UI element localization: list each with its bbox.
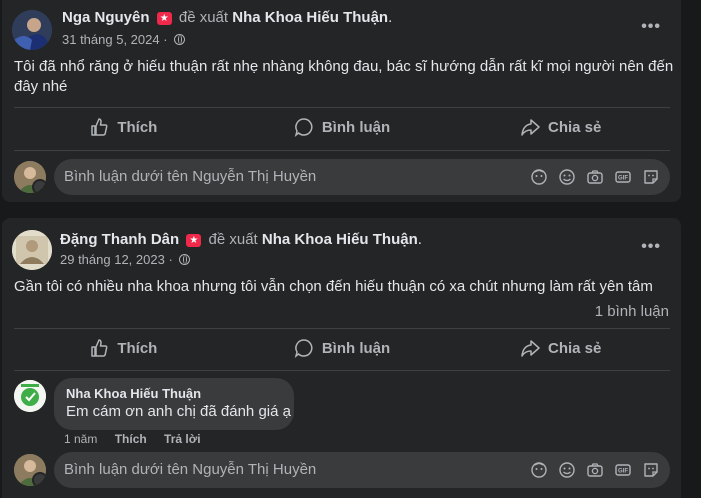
comment-button[interactable]: Bình luận xyxy=(233,329,452,367)
action-bar: Thích Bình luận Chia sẻ xyxy=(14,108,670,146)
reply-author[interactable]: Nha Khoa Hiếu Thuận xyxy=(66,386,282,401)
comment-composer: Bình luận dưới tên Nguyễn Thị Huyền GIF xyxy=(14,159,670,195)
camera-icon[interactable] xyxy=(586,461,604,479)
divider xyxy=(14,150,670,151)
share-label: Chia sẻ xyxy=(548,339,602,357)
post-header: Đặng Thanh Dân ★ đề xuất Nha Khoa Hiếu T… xyxy=(60,231,422,248)
avatar-image xyxy=(14,380,46,412)
sticker-icon[interactable] xyxy=(642,168,660,186)
globe-icon xyxy=(174,34,186,45)
page-name[interactable]: Nha Khoa Hiếu Thuận xyxy=(262,231,418,248)
avatar-image xyxy=(12,230,52,270)
share-label: Chia sẻ xyxy=(548,118,602,136)
emoji-icon[interactable] xyxy=(558,168,576,186)
recommend-star-icon: ★ xyxy=(186,234,202,247)
avatar-image xyxy=(12,10,52,50)
more-options-icon[interactable]: ••• xyxy=(641,238,661,256)
avatar-sticker-icon[interactable] xyxy=(530,168,548,186)
post-date[interactable]: 31 tháng 5, 2024 xyxy=(62,32,160,47)
comment-bubble-icon xyxy=(294,339,313,358)
reply-reply-link[interactable]: Trả lời xyxy=(164,432,201,446)
post-text: Tôi đã nhổ răng ở hiếu thuận rất nhẹ nhà… xyxy=(14,58,674,95)
share-button[interactable]: Chia sẻ xyxy=(451,329,670,367)
reply-bubble: Nha Khoa Hiếu Thuận Em cám ơn anh chị đã… xyxy=(54,378,294,430)
comment-placeholder: Bình luận dưới tên Nguyễn Thị Huyền xyxy=(64,168,317,185)
gif-icon[interactable]: GIF xyxy=(614,461,632,479)
like-label: Thích xyxy=(117,118,158,136)
like-label: Thích xyxy=(117,339,158,357)
share-button[interactable]: Chia sẻ xyxy=(451,108,670,146)
reply-time[interactable]: 1 năm xyxy=(64,432,97,446)
post-meta: 29 tháng 12, 2023 · xyxy=(60,252,191,267)
comment-label: Bình luận xyxy=(321,339,391,357)
comment-tools: GIF xyxy=(530,168,660,186)
period: . xyxy=(388,9,393,26)
user-avatar[interactable] xyxy=(14,161,46,193)
user-avatar[interactable] xyxy=(14,454,46,486)
chevron-down-icon[interactable] xyxy=(32,179,46,193)
comment-bubble-icon xyxy=(294,118,313,137)
chevron-down-icon[interactable] xyxy=(32,472,46,486)
recommend-verb: đề xuất xyxy=(178,9,229,26)
comment-count[interactable]: 1 bình luận xyxy=(595,303,669,320)
like-button[interactable]: Thích xyxy=(14,329,233,367)
author-name[interactable]: Nga Nguyên xyxy=(62,9,150,26)
thumbs-up-icon xyxy=(91,339,108,357)
divider xyxy=(14,370,670,371)
thumbs-up-icon xyxy=(91,118,108,136)
more-options-icon[interactable]: ••• xyxy=(641,18,661,36)
reply-text: Em cám ơn anh chị đã đánh giá ạ xyxy=(66,403,291,420)
like-button[interactable]: Thích xyxy=(14,108,233,146)
page-avatar[interactable] xyxy=(14,380,46,412)
comment-input[interactable]: Bình luận dưới tên Nguyễn Thị Huyền GIF xyxy=(54,159,670,195)
recommend-verb: đề xuất xyxy=(208,231,258,248)
author-avatar[interactable] xyxy=(12,10,52,50)
comment-composer: Bình luận dưới tên Nguyễn Thị Huyền GIF xyxy=(14,452,670,488)
action-bar: Thích Bình luận Chia sẻ xyxy=(14,329,670,367)
recommend-star-icon: ★ xyxy=(156,12,172,25)
camera-icon[interactable] xyxy=(586,168,604,186)
share-arrow-icon xyxy=(521,119,540,136)
comment-tools: GIF xyxy=(530,461,660,479)
post-date[interactable]: 29 tháng 12, 2023 xyxy=(60,252,165,267)
comment-label: Bình luận xyxy=(321,118,391,136)
author-name[interactable]: Đặng Thanh Dân xyxy=(60,231,179,248)
comment-button[interactable]: Bình luận xyxy=(233,108,452,146)
svg-text:GIF: GIF xyxy=(618,469,628,475)
share-arrow-icon xyxy=(521,340,540,357)
globe-icon xyxy=(179,254,191,265)
avatar-sticker-icon[interactable] xyxy=(530,461,548,479)
comment-placeholder: Bình luận dưới tên Nguyễn Thị Huyền xyxy=(64,461,317,478)
period: . xyxy=(417,231,422,248)
author-avatar[interactable] xyxy=(12,230,52,270)
svg-text:GIF: GIF xyxy=(618,176,628,182)
emoji-icon[interactable] xyxy=(558,461,576,479)
sticker-icon[interactable] xyxy=(642,461,660,479)
reply-like-link[interactable]: Thích xyxy=(115,432,147,446)
review-post-2: Đặng Thanh Dân ★ đề xuất Nha Khoa Hiếu T… xyxy=(2,218,681,498)
comment-input[interactable]: Bình luận dưới tên Nguyễn Thị Huyền GIF xyxy=(54,452,670,488)
review-post-1: Nga Nguyên ★ đề xuất Nha Khoa Hiếu Thuận… xyxy=(2,0,681,202)
reply-meta: 1 năm Thích Trả lời xyxy=(64,432,215,446)
post-header: Nga Nguyên ★ đề xuất Nha Khoa Hiếu Thuận… xyxy=(62,9,392,26)
post-text: Gần tôi có nhiều nha khoa nhưng tôi vẫn … xyxy=(14,278,653,295)
page-name[interactable]: Nha Khoa Hiếu Thuận xyxy=(232,9,388,26)
gif-icon[interactable]: GIF xyxy=(614,168,632,186)
post-meta: 31 tháng 5, 2024 · xyxy=(62,32,186,47)
